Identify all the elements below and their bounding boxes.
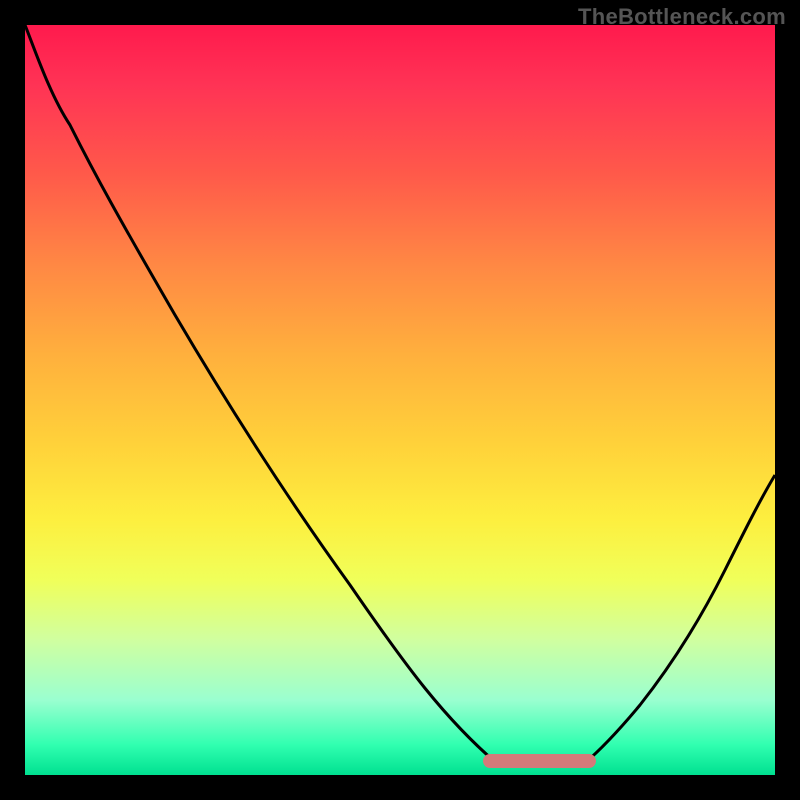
- plot-area: [25, 25, 775, 775]
- watermark-text: TheBottleneck.com: [578, 4, 786, 30]
- chart-container: TheBottleneck.com: [0, 0, 800, 800]
- optimal-range-marker: [483, 754, 596, 768]
